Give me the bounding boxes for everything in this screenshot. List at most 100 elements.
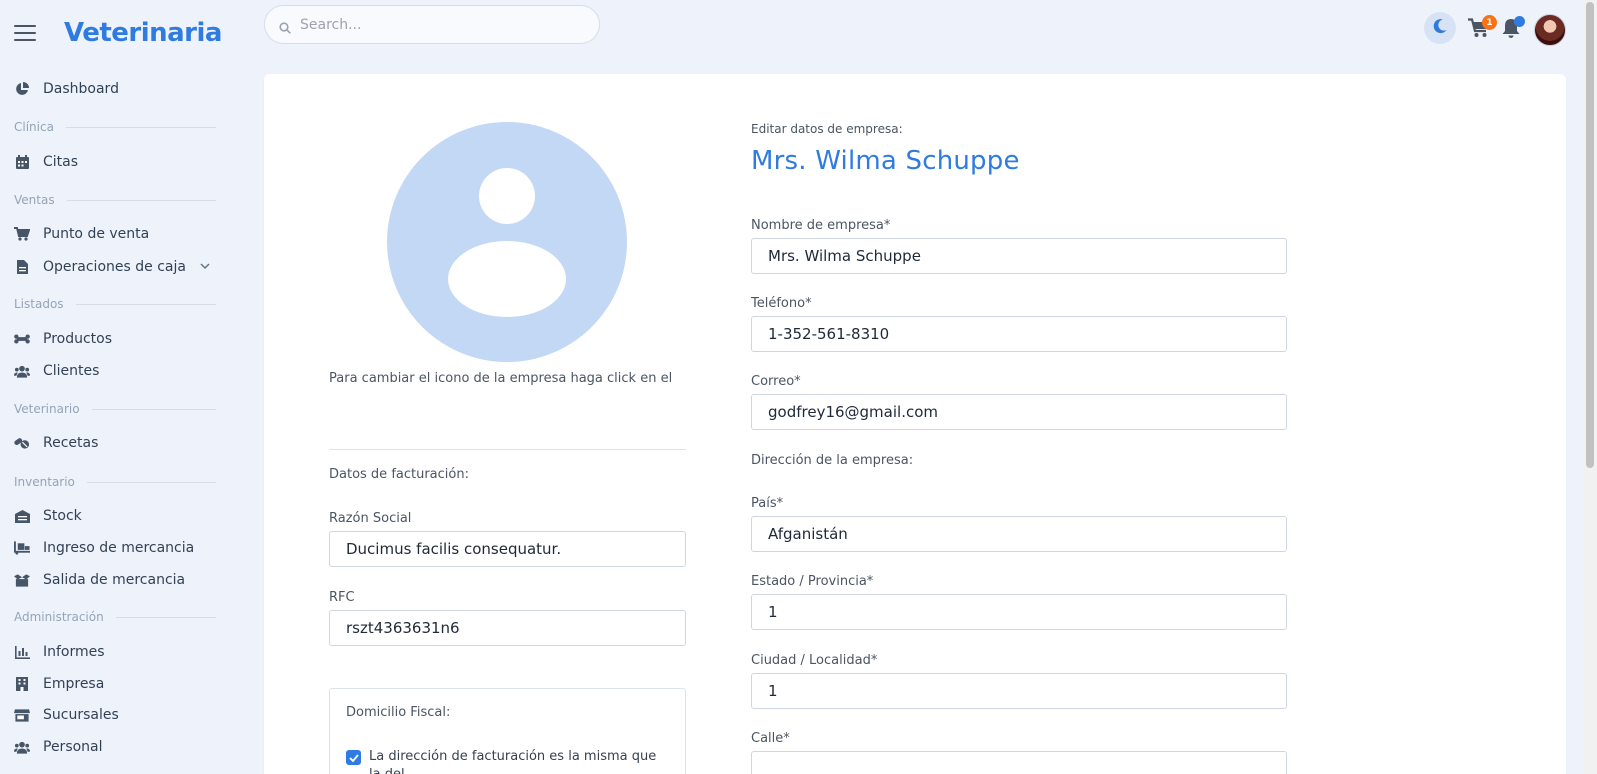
telefono-input[interactable] bbox=[751, 316, 1287, 352]
sidebar-item-clientes[interactable]: Clientes bbox=[14, 359, 99, 383]
sidebar-item-citas[interactable]: Citas bbox=[14, 150, 78, 174]
pie-chart-icon bbox=[14, 81, 30, 97]
brand-logo[interactable]: Veterinaria bbox=[64, 18, 222, 48]
bar-chart-icon bbox=[14, 644, 30, 660]
correo-input[interactable] bbox=[751, 394, 1287, 430]
sidebar-item-label: Sucursales bbox=[43, 707, 119, 723]
sidebar-item-label: Productos bbox=[43, 331, 113, 347]
dolly-icon bbox=[14, 540, 30, 556]
rfc-input[interactable] bbox=[329, 610, 686, 646]
sidebar-item-operaciones-de-caja[interactable]: Operaciones de caja bbox=[14, 255, 210, 279]
sidebar-item-label: Dashboard bbox=[43, 81, 119, 97]
section-administracion: Administración bbox=[14, 610, 216, 624]
brand-row: Veterinaria bbox=[0, 0, 244, 66]
estado-input[interactable] bbox=[751, 594, 1287, 630]
sidebar: Veterinaria Dashboard Clínica Citas Vent… bbox=[0, 0, 244, 774]
top-actions: 1 bbox=[1424, 12, 1566, 46]
same-address-option: La dirección de facturación es la misma … bbox=[346, 748, 659, 774]
theme-toggle-button[interactable] bbox=[1424, 12, 1456, 44]
sidebar-item-label: Empresa bbox=[43, 676, 105, 692]
cart-count-badge: 1 bbox=[1482, 15, 1497, 30]
estado-label: Estado / Provincia* bbox=[751, 574, 874, 589]
company-title: Mrs. Wilma Schuppe bbox=[751, 146, 1020, 176]
pais-label: País* bbox=[751, 496, 784, 511]
sidebar-item-punto-de-venta[interactable]: Punto de venta bbox=[14, 222, 149, 246]
direccion-title: Dirección de la empresa: bbox=[751, 453, 914, 468]
sidebar-item-label: Informes bbox=[43, 644, 105, 660]
sidebar-item-label: Recetas bbox=[43, 435, 99, 451]
nombre-empresa-input[interactable] bbox=[751, 238, 1287, 274]
building-icon bbox=[14, 676, 30, 692]
section-label: Listados bbox=[14, 297, 64, 311]
sidebar-item-informes[interactable]: Informes bbox=[14, 640, 105, 664]
sidebar-item-label: Punto de venta bbox=[43, 226, 150, 242]
icon-hint-text: Para cambiar el icono de la empresa haga… bbox=[329, 371, 673, 386]
section-label: Ventas bbox=[14, 193, 55, 207]
sidebar-item-recetas[interactable]: Recetas bbox=[14, 431, 98, 455]
warehouse-icon bbox=[14, 508, 30, 524]
sidebar-item-productos[interactable]: Productos bbox=[14, 327, 112, 351]
cart-icon bbox=[14, 226, 30, 242]
section-label: Inventario bbox=[14, 475, 75, 489]
search-input[interactable] bbox=[300, 16, 580, 33]
users-icon bbox=[14, 363, 30, 379]
sidebar-item-label: Stock bbox=[43, 508, 82, 524]
correo-label: Correo* bbox=[751, 374, 801, 389]
sidebar-item-personal[interactable]: Personal bbox=[14, 735, 103, 759]
razon-social-input[interactable] bbox=[329, 531, 686, 567]
calle-input[interactable] bbox=[751, 751, 1287, 774]
moon-icon bbox=[1432, 18, 1448, 38]
fiscal-address-title: Domicilio Fiscal: bbox=[346, 705, 451, 720]
document-icon bbox=[14, 259, 30, 275]
section-listados: Listados bbox=[14, 297, 216, 311]
sidebar-item-dashboard[interactable]: Dashboard bbox=[14, 77, 119, 101]
section-veterinario: Veterinario bbox=[14, 402, 216, 416]
calendar-icon bbox=[14, 154, 30, 170]
calle-label: Calle* bbox=[751, 731, 790, 746]
scrollbar-thumb[interactable] bbox=[1586, 2, 1594, 468]
divider bbox=[329, 449, 686, 450]
edit-caption: Editar datos de empresa: bbox=[751, 122, 903, 136]
billing-section-title: Datos de facturación: bbox=[329, 467, 469, 482]
bone-icon bbox=[14, 331, 30, 347]
notification-dot bbox=[1514, 16, 1525, 27]
sidebar-item-label: Ingreso de mercancia bbox=[43, 540, 195, 556]
sidebar-item-salida-de-mercancia[interactable]: Salida de mercancia bbox=[14, 568, 185, 592]
company-icon-upload[interactable] bbox=[387, 122, 627, 362]
sidebar-item-label: Clientes bbox=[43, 363, 100, 379]
pills-icon bbox=[14, 435, 30, 451]
sidebar-item-stock[interactable]: Stock bbox=[14, 504, 82, 528]
sidebar-item-label: Operaciones de caja bbox=[43, 259, 186, 275]
sidebar-item-label: Salida de mercancia bbox=[43, 572, 186, 588]
section-inventario: Inventario bbox=[14, 475, 216, 489]
same-address-checkbox[interactable] bbox=[346, 750, 361, 765]
telefono-label: Teléfono* bbox=[751, 296, 812, 311]
section-ventas: Ventas bbox=[14, 193, 216, 207]
razon-social-label: Razón Social bbox=[329, 511, 412, 526]
ciudad-label: Ciudad / Localidad* bbox=[751, 653, 878, 668]
pais-select[interactable] bbox=[751, 516, 1287, 552]
search-box bbox=[264, 5, 600, 44]
section-label: Veterinario bbox=[14, 402, 80, 416]
nombre-empresa-label: Nombre de empresa* bbox=[751, 218, 891, 233]
section-label: Clínica bbox=[14, 120, 54, 134]
sidebar-item-label: Citas bbox=[43, 154, 79, 170]
users-icon bbox=[14, 739, 30, 755]
user-placeholder-icon bbox=[479, 168, 535, 224]
store-icon bbox=[14, 707, 30, 723]
sidebar-item-label: Personal bbox=[43, 739, 103, 755]
section-label: Administración bbox=[14, 610, 104, 624]
fiscal-address-box: Domicilio Fiscal: La dirección de factur… bbox=[329, 688, 686, 774]
company-edit-card: Para cambiar el icono de la empresa haga… bbox=[264, 74, 1566, 774]
user-avatar[interactable] bbox=[1534, 14, 1566, 46]
sidebar-item-empresa[interactable]: Empresa bbox=[14, 672, 104, 696]
ciudad-input[interactable] bbox=[751, 673, 1287, 709]
page-scrollbar[interactable] bbox=[1583, 0, 1597, 774]
sidebar-item-ingreso-de-mercancia[interactable]: Ingreso de mercancia bbox=[14, 536, 194, 560]
menu-icon[interactable] bbox=[14, 25, 36, 41]
sidebar-item-sucursales[interactable]: Sucursales bbox=[14, 703, 119, 727]
same-address-label: La dirección de facturación es la misma … bbox=[369, 749, 657, 774]
section-clinica: Clínica bbox=[14, 120, 216, 134]
search-icon bbox=[279, 19, 291, 34]
chevron-down-icon bbox=[200, 262, 210, 273]
